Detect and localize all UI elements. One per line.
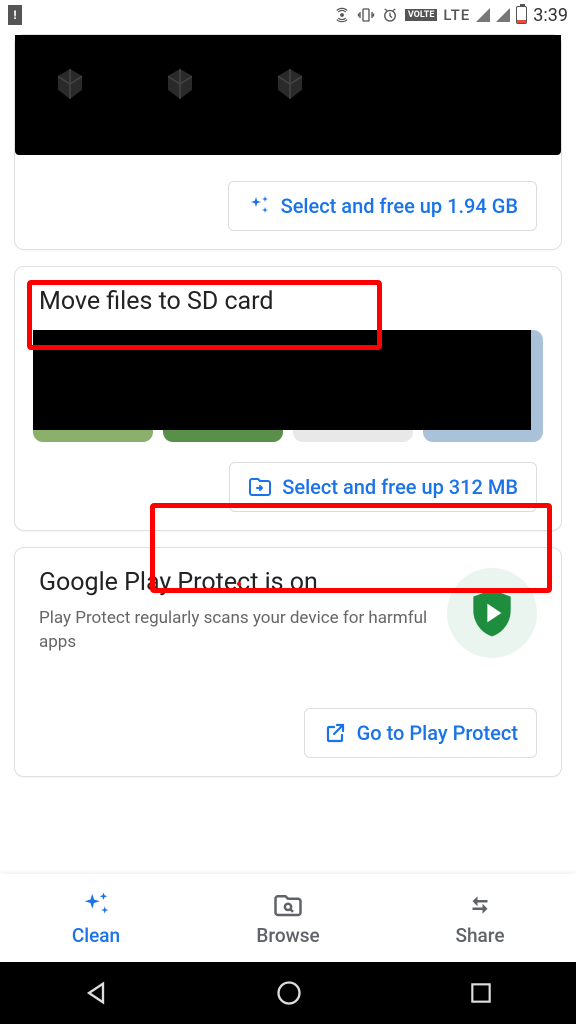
system-nav-bar bbox=[0, 962, 576, 1024]
app-icon bbox=[155, 59, 205, 109]
app-thumbnails-redacted bbox=[15, 35, 561, 155]
vibrate-icon bbox=[357, 6, 375, 24]
nav-label: Browse bbox=[256, 924, 319, 947]
button-label: Go to Play Protect bbox=[357, 721, 518, 745]
card-title: Google Play Protect is on bbox=[39, 568, 447, 597]
recents-icon[interactable] bbox=[468, 980, 494, 1006]
nav-browse[interactable]: Browse bbox=[192, 874, 384, 962]
signal-sim2-icon bbox=[496, 8, 510, 22]
alert-notification-icon: ! bbox=[8, 5, 22, 25]
volte-badge: VOLTE bbox=[405, 9, 438, 21]
nav-label: Clean bbox=[72, 924, 120, 947]
status-bar: ! VOLTE LTE 3:39 bbox=[0, 0, 576, 30]
move-to-sd-card: Move files to SD card Select and free up… bbox=[14, 266, 562, 531]
redaction-overlay bbox=[33, 330, 531, 430]
app-icon bbox=[265, 59, 315, 109]
go-to-play-protect-button[interactable]: Go to Play Protect bbox=[304, 708, 537, 758]
home-icon[interactable] bbox=[275, 979, 303, 1007]
file-thumbnails bbox=[33, 330, 543, 442]
button-label: Select and free up 312 MB bbox=[282, 475, 518, 499]
nav-share[interactable]: Share bbox=[384, 874, 576, 962]
bottom-nav: Clean Browse Share bbox=[0, 874, 576, 962]
nav-clean[interactable]: Clean bbox=[0, 874, 192, 962]
back-icon[interactable] bbox=[82, 979, 110, 1007]
battery-icon bbox=[516, 6, 527, 24]
select-free-up-button[interactable]: Select and free up 1.94 GB bbox=[228, 181, 537, 231]
card-title: Move files to SD card bbox=[15, 267, 561, 330]
folder-search-icon bbox=[273, 890, 303, 920]
annotation-dot bbox=[237, 582, 241, 586]
button-label: Select and free up 1.94 GB bbox=[281, 194, 518, 218]
clock-time: 3:39 bbox=[533, 5, 568, 26]
shield-play-icon bbox=[464, 585, 520, 641]
signal-sim1-icon bbox=[476, 8, 490, 22]
open-external-icon bbox=[323, 721, 347, 745]
play-protect-badge bbox=[447, 568, 537, 658]
play-protect-card: Google Play Protect is on Play Protect r… bbox=[14, 547, 562, 777]
alarm-icon bbox=[381, 6, 399, 24]
network-label: LTE bbox=[443, 6, 470, 24]
sparkle-icon bbox=[81, 890, 111, 920]
sparkle-icon bbox=[247, 194, 271, 218]
app-icon bbox=[45, 59, 95, 109]
select-free-up-sd-button[interactable]: Select and free up 312 MB bbox=[229, 462, 537, 512]
card-subtitle: Play Protect regularly scans your device… bbox=[39, 607, 447, 655]
move-to-folder-icon bbox=[248, 475, 272, 499]
cleanup-card: Select and free up 1.94 GB bbox=[14, 34, 562, 250]
hotspot-icon bbox=[333, 6, 351, 24]
nav-label: Share bbox=[455, 924, 504, 947]
swap-icon bbox=[465, 890, 495, 920]
